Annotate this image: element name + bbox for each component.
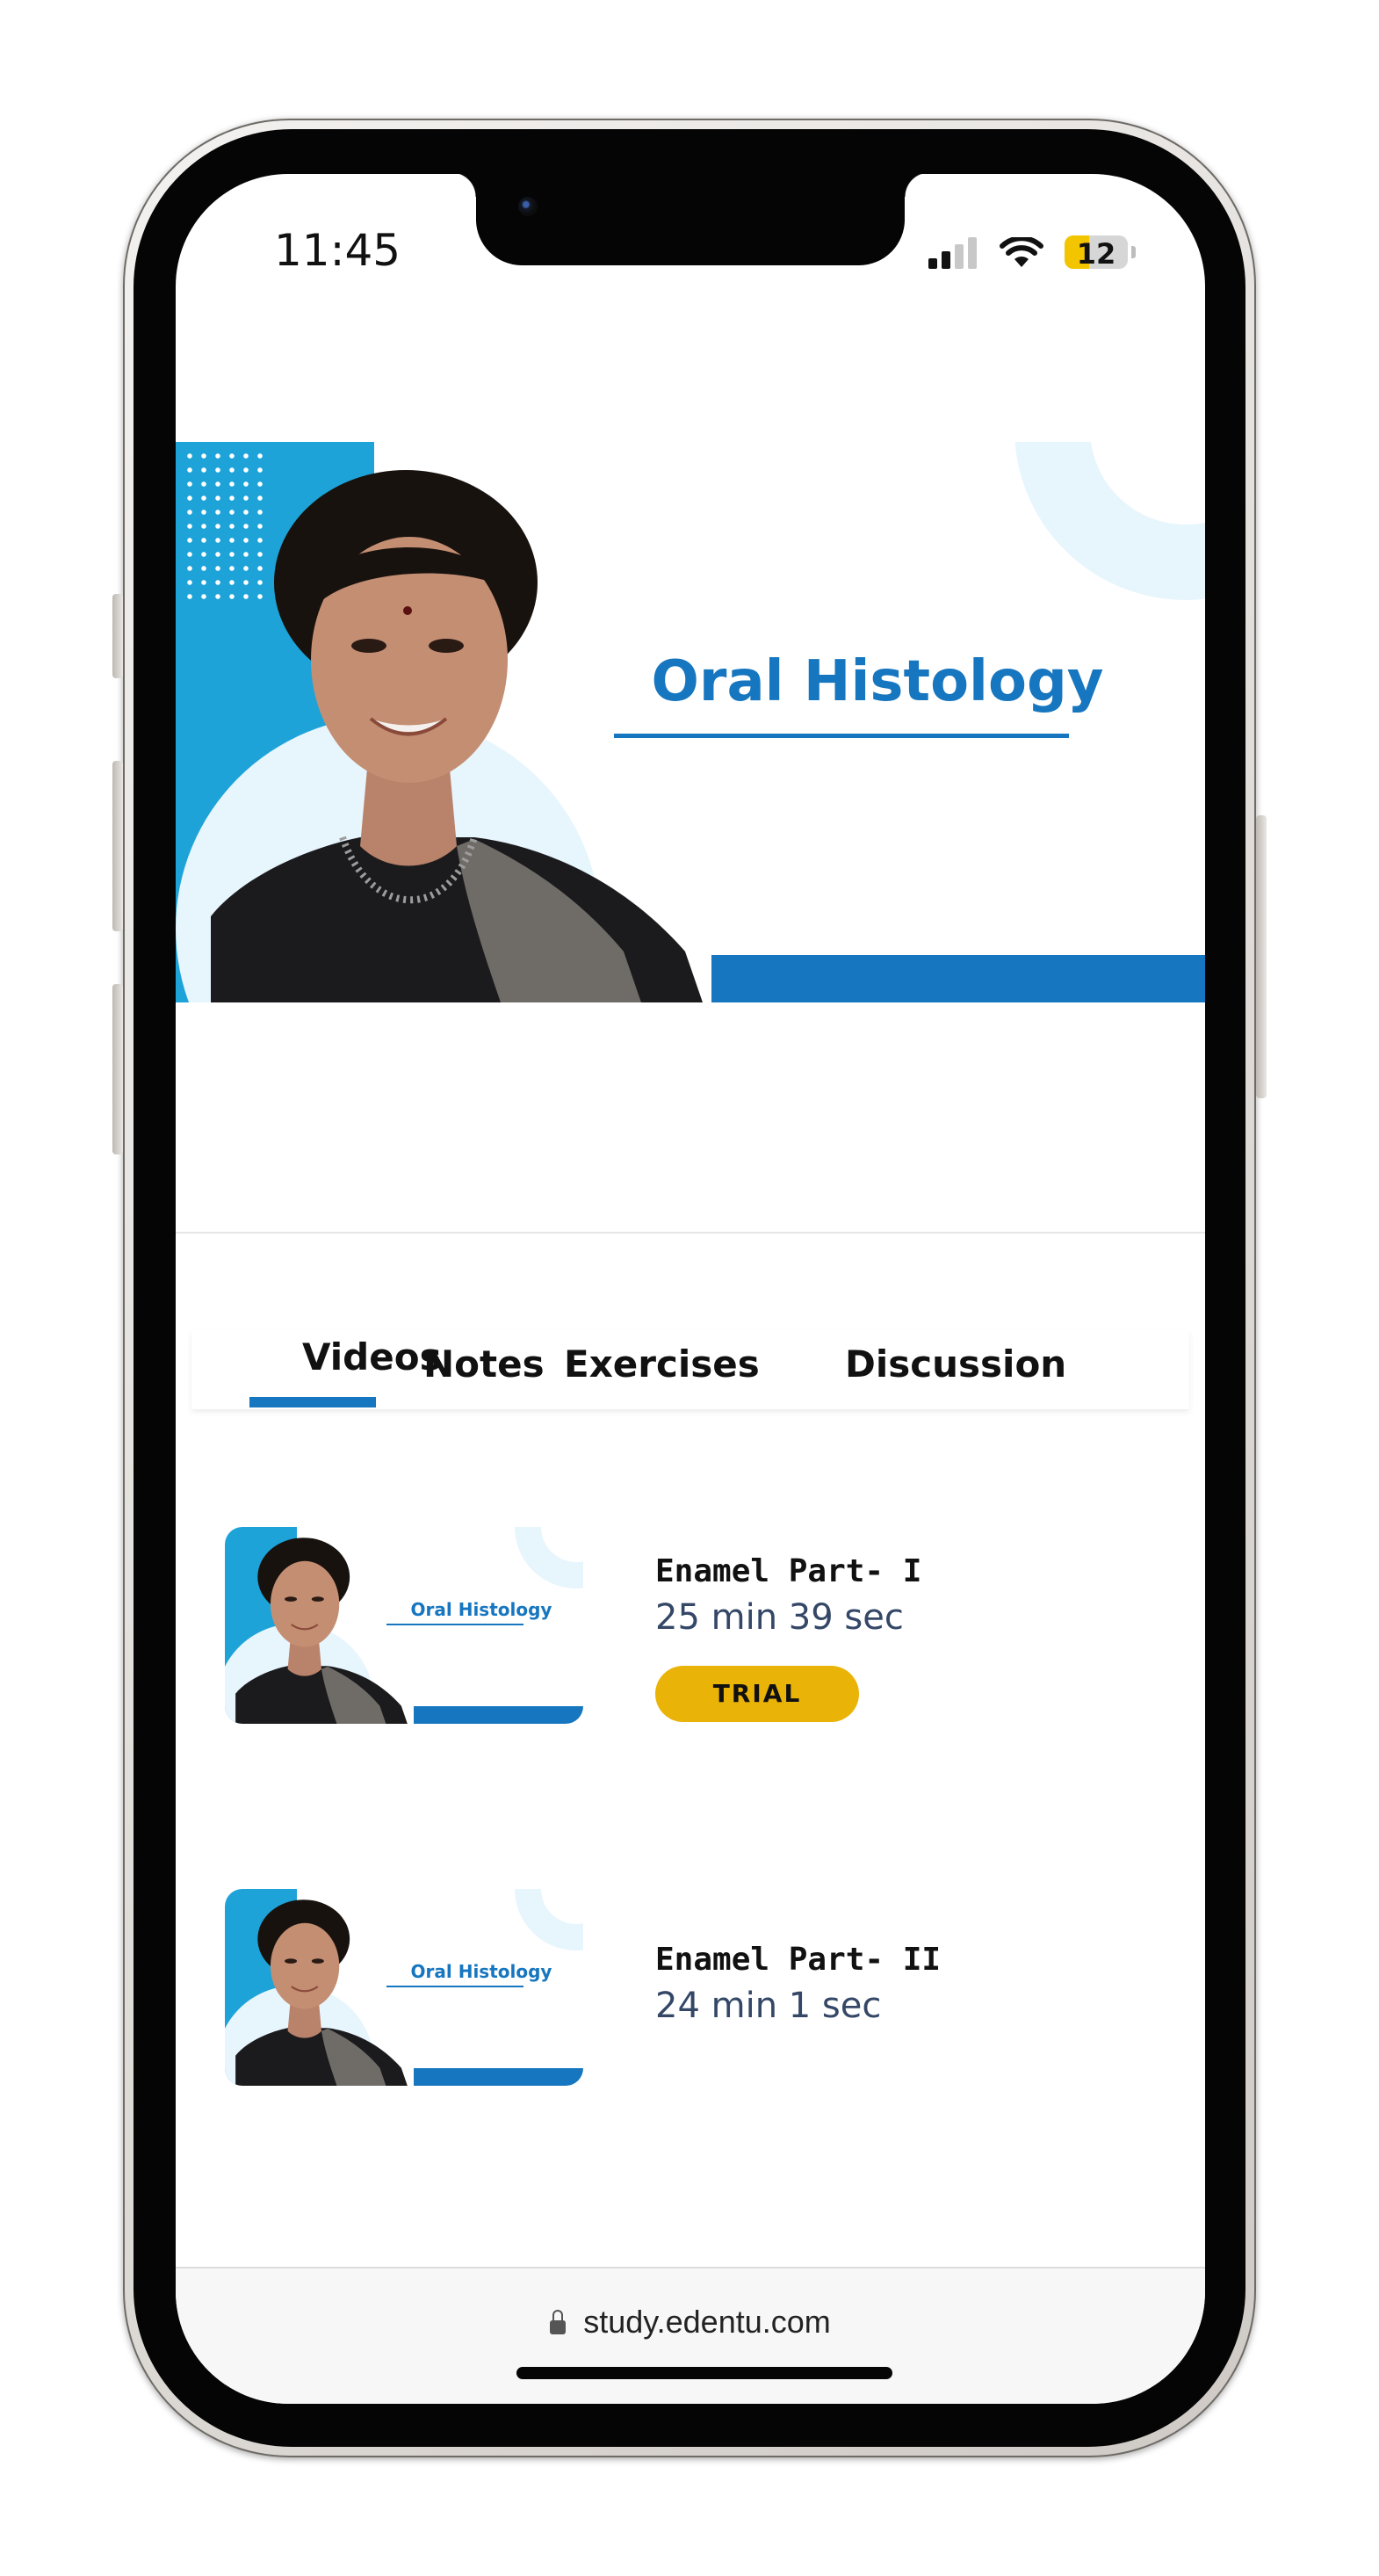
volume-down-button bbox=[112, 984, 123, 1154]
video-title[interactable]: Enamel Part- II bbox=[655, 1942, 941, 1978]
battery-level: 12 bbox=[1076, 237, 1116, 269]
banner-arc-decoration bbox=[1014, 442, 1205, 600]
home-indicator[interactable] bbox=[516, 2367, 892, 2379]
lock-icon bbox=[550, 2310, 567, 2334]
tab-exercises[interactable]: Exercises bbox=[564, 1342, 760, 1386]
front-camera bbox=[518, 197, 538, 216]
active-tab-indicator bbox=[249, 1397, 376, 1407]
signal-icon bbox=[928, 237, 981, 269]
video-title[interactable]: Enamel Part- I bbox=[655, 1553, 921, 1589]
banner-title: Oral Histology bbox=[651, 649, 1104, 714]
instructor-thumbnail-photo bbox=[235, 1538, 408, 1724]
wifi-icon bbox=[1000, 237, 1043, 267]
video-duration: 24 min 1 sec bbox=[655, 1986, 882, 2026]
battery-icon: 12 bbox=[1065, 235, 1128, 269]
tab-discussion[interactable]: Discussion bbox=[845, 1342, 1066, 1386]
instructor-photo bbox=[211, 470, 703, 1002]
volume-up-button bbox=[112, 761, 123, 931]
thumbnail-title: Oral Histology bbox=[410, 1599, 552, 1620]
banner-title-underline bbox=[614, 734, 1069, 738]
status-time: 11:45 bbox=[274, 225, 401, 276]
divider bbox=[176, 1232, 1205, 1234]
video-thumbnail[interactable]: Oral Histology bbox=[225, 1889, 583, 2086]
tab-notes[interactable]: Notes bbox=[423, 1342, 545, 1386]
tab-videos[interactable]: Videos bbox=[302, 1335, 442, 1378]
instructor-thumbnail-photo bbox=[235, 1899, 408, 2086]
url-display[interactable]: study.edentu.com bbox=[176, 2304, 1205, 2341]
screen: 11:45 12 Oral Histology Videos Notes Exe… bbox=[176, 174, 1205, 2404]
banner-bottom-bar bbox=[711, 955, 1205, 1002]
video-thumbnail[interactable]: Oral Histology bbox=[225, 1527, 583, 1724]
video-list-item[interactable]: Oral Histology Enamel Part- I 25 min 39 … bbox=[176, 1509, 1205, 1738]
silent-switch bbox=[112, 594, 123, 678]
thumbnail-title: Oral Histology bbox=[410, 1961, 552, 1982]
video-list-item[interactable]: Oral Histology Enamel Part- II 24 min 1 … bbox=[176, 1871, 1205, 2100]
battery-cap bbox=[1131, 246, 1136, 258]
power-button bbox=[1256, 815, 1267, 1098]
video-duration: 25 min 39 sec bbox=[655, 1597, 904, 1638]
notch bbox=[451, 174, 929, 265]
trial-badge[interactable]: TRIAL bbox=[655, 1666, 859, 1722]
course-banner: Oral Histology bbox=[176, 442, 1205, 1002]
url-text[interactable]: study.edentu.com bbox=[583, 2304, 831, 2340]
